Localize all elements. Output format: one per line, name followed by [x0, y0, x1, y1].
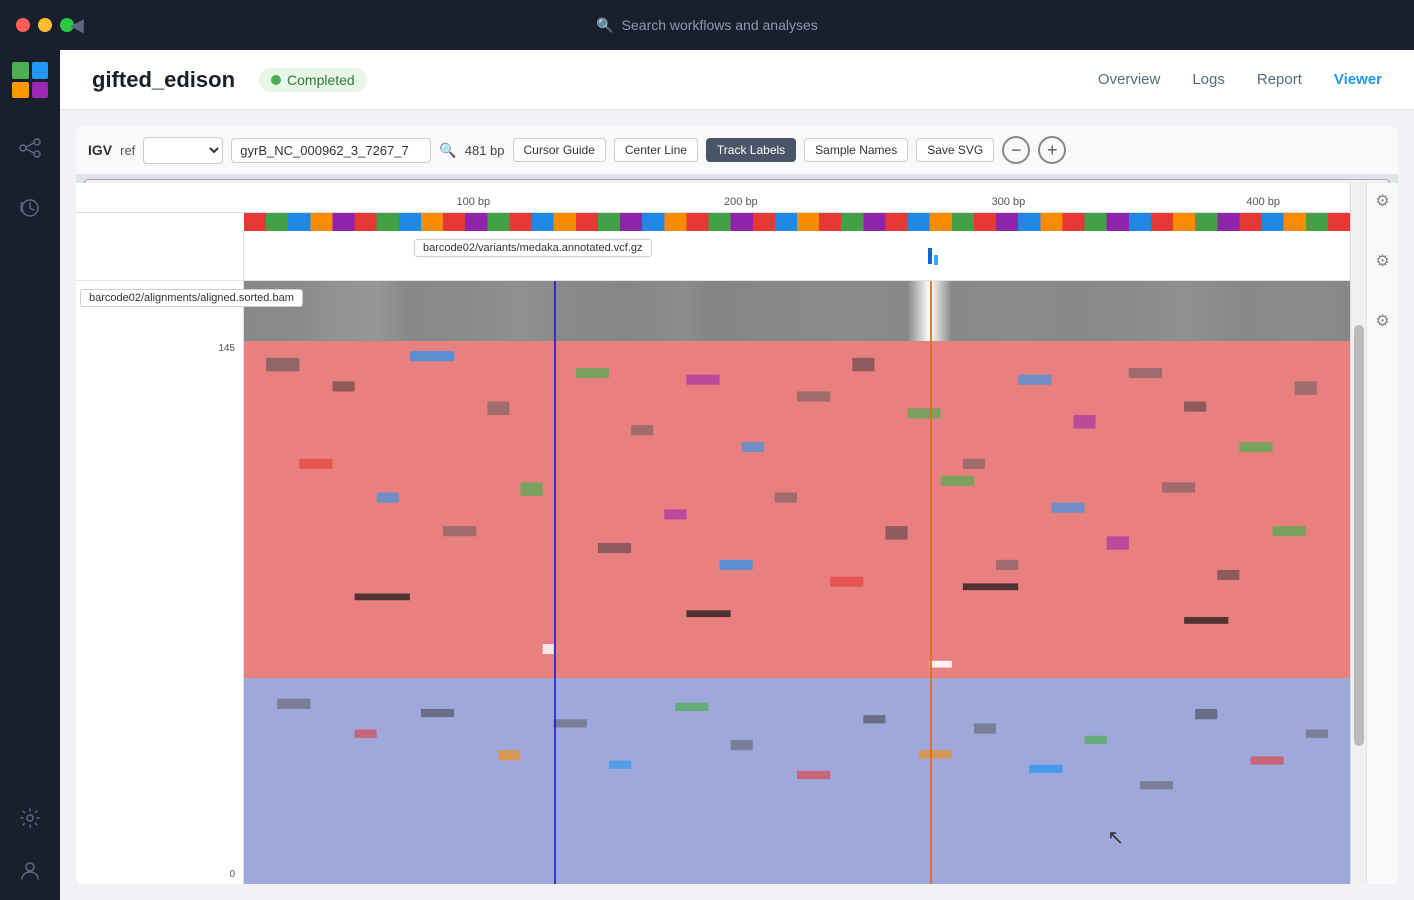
track-labels-button[interactable]: Track Labels	[706, 138, 796, 162]
bam-render-area	[244, 281, 1350, 884]
window-controls	[16, 18, 74, 32]
sidebar-item-settings[interactable]	[12, 800, 48, 836]
sidebar-bottom	[12, 800, 48, 888]
sidebar-item-user[interactable]	[12, 852, 48, 888]
igv-sequence-colorbar	[244, 213, 1350, 231]
status-dot	[271, 75, 281, 85]
sidebar-item-workflows[interactable]	[12, 130, 48, 166]
content-area: gifted_edison Completed Overview Logs Re…	[60, 50, 1414, 900]
titlebar-search[interactable]: 🔍 Search workflows and analyses	[596, 17, 818, 34]
cursor-line-blue	[554, 281, 556, 884]
bam-track-label-panel: barcode02/alignments/aligned.sorted.bam …	[76, 281, 244, 884]
igv-tracks: 100 bp 200 bp 300 bp 400 bp barcode02/va…	[76, 183, 1350, 884]
igv-search-input[interactable]	[231, 138, 431, 163]
y-axis: 145 0	[76, 281, 243, 884]
igv-progress-bar	[76, 175, 1398, 183]
cursor-guide-button[interactable]: Cursor Guide	[513, 138, 606, 162]
back-button[interactable]: ◀	[70, 15, 84, 36]
ruler-400bp: 400 bp	[1246, 196, 1280, 208]
igv-settings-panel: ⚙ ⚙ ⚙	[1366, 183, 1398, 884]
igv-ref-label: ref	[120, 143, 135, 158]
igv-bam-track: barcode02/alignments/aligned.sorted.bam …	[76, 281, 1350, 884]
igv-vcf-track: barcode02/variants/medaka.annotated.vcf.…	[76, 231, 1350, 281]
vcf-track-label: barcode02/variants/medaka.annotated.vcf.…	[414, 239, 652, 257]
cursor-line-orange	[930, 281, 932, 884]
sample-names-button[interactable]: Sample Names	[804, 138, 908, 162]
header-nav: Overview Logs Report Viewer	[1098, 67, 1382, 92]
y-min-label: 0	[229, 869, 239, 880]
page-title: gifted_edison	[92, 67, 235, 93]
igv-body: 100 bp 200 bp 300 bp 400 bp barcode02/va…	[76, 183, 1398, 884]
zoom-in-button[interactable]: +	[1038, 136, 1066, 164]
logo-sq-3	[12, 82, 29, 99]
vcf-track-settings-icon[interactable]: ⚙	[1375, 191, 1389, 211]
bam-track-label-box: barcode02/alignments/aligned.sorted.bam	[80, 289, 303, 307]
igv-scrollbar-thumb[interactable]	[1354, 325, 1364, 746]
app-logo	[12, 62, 48, 98]
igv-ruler: 100 bp 200 bp 300 bp 400 bp	[76, 183, 1350, 213]
zoom-out-button[interactable]: −	[1002, 136, 1030, 164]
nav-logs[interactable]: Logs	[1192, 67, 1225, 92]
search-icon: 🔍	[596, 17, 613, 34]
nav-viewer[interactable]: Viewer	[1334, 67, 1382, 92]
vcf-track-label-panel	[76, 231, 244, 280]
forward-reads	[244, 341, 1350, 678]
igv-toolbar: IGV ref 🔍 481 bp Cursor Guide Center Lin…	[76, 126, 1398, 175]
bam-label: barcode02/alignments/aligned.sorted.bam	[80, 289, 303, 307]
vcf-marker-1	[928, 248, 932, 264]
vcf-marker-2	[934, 255, 938, 265]
igv-genome-select[interactable]	[143, 137, 223, 164]
igv-search-icon[interactable]: 🔍	[439, 142, 456, 159]
center-line-button[interactable]: Center Line	[614, 138, 698, 162]
logo-sq-1	[12, 62, 29, 79]
reverse-reads	[244, 678, 1350, 884]
coverage-track	[244, 281, 1350, 341]
bam-track-settings-icon[interactable]: ⚙	[1375, 311, 1389, 331]
igv-scrollbar[interactable]	[1350, 183, 1366, 884]
vcf-markers-area: barcode02/variants/medaka.annotated.vcf.…	[244, 231, 1350, 280]
page-header: gifted_edison Completed Overview Logs Re…	[60, 50, 1414, 110]
search-label: Search workflows and analyses	[622, 17, 818, 33]
reads-area	[244, 341, 1350, 884]
status-badge: Completed	[259, 68, 367, 92]
nav-report[interactable]: Report	[1257, 67, 1302, 92]
igv-container: IGV ref 🔍 481 bp Cursor Guide Center Lin…	[76, 126, 1398, 884]
logo-sq-2	[32, 62, 49, 79]
nav-overview[interactable]: Overview	[1098, 67, 1161, 92]
sidebar	[0, 50, 60, 900]
close-button[interactable]	[16, 18, 30, 32]
status-text: Completed	[287, 72, 355, 88]
minimize-button[interactable]	[38, 18, 52, 32]
save-svg-button[interactable]: Save SVG	[916, 138, 994, 162]
igv-bp-display: 481 bp	[465, 143, 505, 158]
ruler-200bp: 200 bp	[724, 196, 758, 208]
vcf-track-settings-icon-2[interactable]: ⚙	[1375, 251, 1389, 271]
igv-label: IGV	[88, 142, 112, 158]
sidebar-item-history[interactable]	[12, 190, 48, 226]
titlebar: ◀ 🔍 Search workflows and analyses	[0, 0, 1414, 50]
ruler-100bp: 100 bp	[456, 196, 490, 208]
y-max-label: 145	[218, 343, 239, 354]
logo-sq-4	[32, 82, 49, 99]
ruler-300bp: 300 bp	[992, 196, 1026, 208]
app-body: gifted_edison Completed Overview Logs Re…	[0, 50, 1414, 900]
